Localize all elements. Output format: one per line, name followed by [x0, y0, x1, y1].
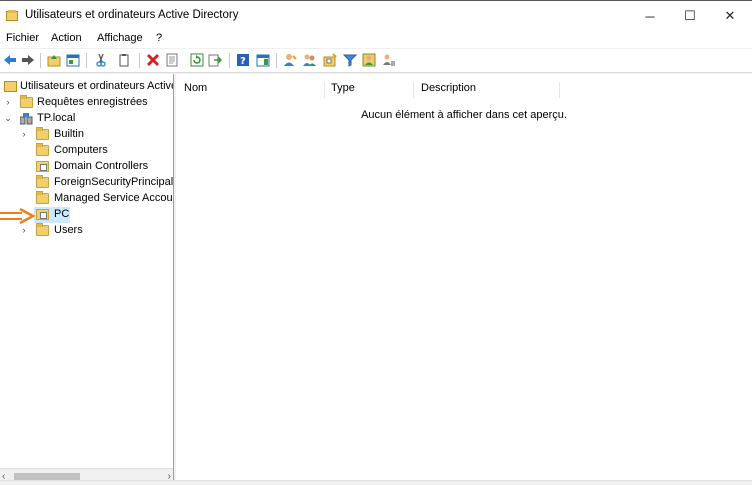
title-bar: Utilisateurs et ordinateurs Active Direc… [0, 0, 752, 30]
folder-icon [36, 223, 49, 236]
tree-item-foreign-security-principals[interactable]: ForeignSecurityPrincipals [0, 175, 174, 191]
tree-item-domain-controllers[interactable]: Domain Controllers [0, 159, 173, 175]
minimize-button[interactable]: ─ [630, 1, 670, 31]
expand-icon[interactable]: › [3, 97, 13, 107]
menu-bar: Fichier Action Affichage ? [0, 30, 752, 48]
copy-icon[interactable] [117, 53, 131, 67]
refresh-icon[interactable] [190, 53, 204, 67]
export-list-icon[interactable] [208, 53, 223, 67]
menu-action[interactable]: Action [51, 32, 82, 44]
menu-help[interactable]: ? [156, 32, 162, 44]
tree-label-domain: TP.local [37, 112, 76, 124]
folder-icon [36, 143, 49, 156]
collapse-icon[interactable]: ⌄ [3, 113, 13, 124]
toolbar-separator [86, 53, 87, 68]
domain-icon [19, 113, 33, 125]
ou-icon [36, 209, 49, 220]
column-header-name[interactable]: Nom [184, 82, 207, 94]
tree-label: ForeignSecurityPrincipals [54, 176, 174, 188]
tree-item-computers[interactable]: Computers [0, 143, 173, 159]
menu-affichage[interactable]: Affichage [97, 32, 143, 44]
tree-label: Managed Service Accour [54, 192, 174, 204]
tree-label: PC [54, 208, 70, 220]
folder-icon [36, 127, 49, 140]
tree-item-users[interactable]: › Users [0, 223, 173, 239]
tree-label: Domain Controllers [54, 160, 149, 172]
up-folder-icon[interactable] [47, 53, 61, 67]
column-header-type[interactable]: Type [331, 82, 355, 94]
expand-icon[interactable]: › [19, 129, 29, 139]
toolbar-separator [229, 53, 230, 68]
tree-label-root: Utilisateurs et ordinateurs Active [20, 80, 174, 92]
tree-item-domain[interactable]: ⌄ TP.local [0, 111, 173, 127]
ad-root-icon [4, 81, 17, 92]
action-pane-icon[interactable] [256, 53, 270, 67]
column-header: Nom Type Description [176, 78, 752, 98]
menu-fichier[interactable]: Fichier [6, 32, 39, 44]
new-ou-icon[interactable] [323, 53, 337, 67]
tree-item-root[interactable]: Utilisateurs et ordinateurs Active [0, 79, 174, 95]
help-icon[interactable]: ? [236, 53, 250, 67]
new-group-icon[interactable] [303, 53, 317, 67]
column-header-description[interactable]: Description [421, 82, 476, 94]
toolbar: ? [0, 49, 752, 73]
back-arrow-icon[interactable] [3, 53, 17, 67]
toolbar-separator [40, 53, 41, 68]
filter-icon[interactable] [342, 53, 358, 67]
column-divider[interactable] [324, 82, 325, 98]
cut-icon[interactable] [94, 53, 108, 67]
tree-label: Users [54, 224, 83, 236]
show-console-tree-icon[interactable] [66, 53, 80, 67]
forward-arrow-icon[interactable] [21, 53, 35, 67]
column-divider[interactable] [559, 82, 560, 98]
properties-icon[interactable] [165, 53, 179, 67]
tree-label: Builtin [54, 128, 84, 140]
console-tree[interactable]: Utilisateurs et ordinateurs Active › Req… [0, 74, 174, 485]
folder-icon [36, 175, 49, 188]
svg-text:?: ? [240, 56, 246, 67]
folder-icon [36, 191, 49, 204]
status-bar [0, 480, 752, 485]
column-divider[interactable] [413, 82, 414, 98]
folder-icon [20, 95, 33, 108]
window-title: Utilisateurs et ordinateurs Active Direc… [25, 9, 239, 21]
tree-label: Computers [54, 144, 108, 156]
toolbar-separator [139, 53, 140, 68]
delegate-icon[interactable] [382, 53, 396, 67]
expand-icon[interactable]: › [19, 225, 29, 235]
delete-icon[interactable] [146, 53, 160, 67]
tree-item-managed-service-accounts[interactable]: Managed Service Accour [0, 191, 174, 207]
toolbar-separator [276, 53, 277, 68]
add-to-group-icon[interactable] [362, 53, 376, 67]
tree-label-saved-queries: Requêtes enregistrées [37, 96, 148, 108]
tree-item-saved-queries[interactable]: › Requêtes enregistrées [0, 95, 173, 111]
results-pane[interactable]: Nom Type Description Aucun élément à aff… [176, 74, 752, 485]
new-user-icon[interactable] [283, 53, 297, 67]
annotation-arrow-icon [0, 207, 36, 225]
close-button[interactable]: ✕ [710, 1, 750, 31]
tree-item-builtin[interactable]: › Builtin [0, 127, 173, 143]
ad-app-icon [6, 10, 18, 21]
empty-list-message: Aucun élément à afficher dans cet aperçu… [361, 109, 567, 121]
ou-icon [36, 161, 49, 172]
maximize-button[interactable]: ☐ [670, 1, 710, 31]
